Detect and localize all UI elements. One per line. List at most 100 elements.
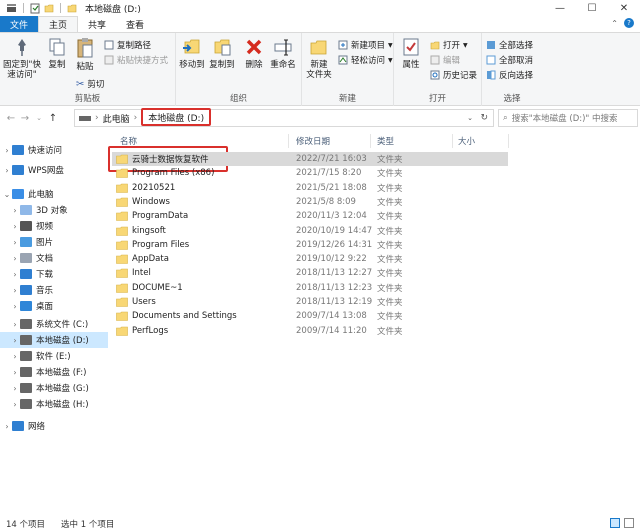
address-box[interactable]: › 此电脑 › 本地磁盘 (D:) ⌄ ↻ bbox=[74, 108, 494, 127]
history-button[interactable]: 历史记录 bbox=[430, 69, 477, 81]
chevron-down-icon[interactable]: ⌄ bbox=[2, 190, 12, 199]
new-folder-button[interactable]: 新建 文件夹 bbox=[304, 37, 334, 80]
chevron-right-icon[interactable]: › bbox=[10, 352, 20, 361]
nav-item[interactable]: › 软件 (E:) bbox=[0, 348, 108, 364]
column-divider[interactable] bbox=[508, 134, 509, 148]
collapse-ribbon-icon[interactable]: ⌃ bbox=[611, 19, 618, 28]
select-all-button[interactable]: 全部选择 bbox=[486, 39, 533, 51]
close-button[interactable]: ✕ bbox=[608, 0, 640, 16]
chevron-right-icon[interactable]: › bbox=[10, 336, 20, 345]
chevron-right-icon[interactable]: › bbox=[10, 270, 20, 279]
new-item-button[interactable]: 新建项目 ▼ bbox=[338, 39, 393, 51]
file-row[interactable]: DOCUME~1 2018/11/13 12:23 文件夹 bbox=[112, 281, 508, 295]
chevron-right-icon[interactable]: › bbox=[10, 254, 20, 263]
breadcrumb-current-drive[interactable]: 本地磁盘 (D:) bbox=[141, 108, 212, 126]
column-header-size[interactable]: 大小 bbox=[458, 134, 475, 148]
file-row[interactable]: Program Files (x86) 2021/7/15 8:20 文件夹 bbox=[112, 166, 508, 180]
address-dropdown-icon[interactable]: ⌄ bbox=[467, 114, 473, 122]
large-icons-view-icon[interactable] bbox=[624, 518, 634, 528]
nav-item[interactable]: › 本地磁盘 (D:) bbox=[0, 332, 108, 348]
details-view-icon[interactable] bbox=[610, 518, 620, 528]
file-row[interactable]: Program Files 2019/12/26 14:31 文件夹 bbox=[112, 238, 508, 252]
quick-access-icon[interactable] bbox=[6, 3, 17, 13]
column-divider[interactable] bbox=[370, 134, 371, 148]
properties-icon[interactable] bbox=[30, 3, 40, 14]
refresh-icon[interactable]: ↻ bbox=[480, 113, 488, 123]
nav-item[interactable]: › 桌面 bbox=[0, 298, 108, 314]
nav-item[interactable]: › 图片 bbox=[0, 234, 108, 250]
cut-button[interactable]: ✂ 剪切 bbox=[76, 78, 104, 91]
tab-share[interactable]: 共享 bbox=[78, 16, 116, 32]
invert-selection-button[interactable]: 反向选择 bbox=[486, 69, 533, 81]
forward-button[interactable]: → bbox=[18, 108, 32, 128]
paste-button[interactable]: 粘贴 bbox=[72, 37, 98, 72]
paste-shortcut-button[interactable]: 粘贴快捷方式 bbox=[104, 54, 168, 66]
nav-item[interactable]: › WPS网盘 bbox=[0, 162, 108, 178]
rename-button[interactable]: 重命名 bbox=[268, 37, 298, 70]
nav-item[interactable]: › 3D 对象 bbox=[0, 202, 108, 218]
tab-view[interactable]: 查看 bbox=[116, 16, 154, 32]
properties-button[interactable]: 属性 bbox=[398, 37, 424, 70]
easy-access-button[interactable]: 轻松访问 ▼ bbox=[338, 54, 393, 66]
chevron-right-icon[interactable]: › bbox=[10, 302, 20, 311]
breadcrumb-this-pc[interactable]: 此电脑 bbox=[103, 112, 130, 125]
pin-quick-access-button[interactable]: 固定到"快 速访问" bbox=[2, 37, 42, 80]
nav-item[interactable]: › 视频 bbox=[0, 218, 108, 234]
tab-home[interactable]: 主页 bbox=[38, 16, 79, 32]
chevron-right-icon[interactable]: › bbox=[10, 286, 20, 295]
search-input[interactable]: ⌕ 搜索"本地磁盘 (D:)" 中搜索 bbox=[498, 109, 638, 127]
file-row[interactable]: 20210521 2021/5/21 18:08 文件夹 bbox=[112, 181, 508, 195]
chevron-right-icon[interactable]: › bbox=[2, 146, 12, 155]
chevron-right-icon[interactable]: › bbox=[10, 238, 20, 247]
column-divider[interactable] bbox=[288, 134, 289, 148]
file-row[interactable]: ProgramData 2020/11/3 12:04 文件夹 bbox=[112, 209, 508, 223]
nav-item[interactable]: › 下载 bbox=[0, 266, 108, 282]
delete-button[interactable]: 删除 bbox=[242, 37, 266, 70]
minimize-button[interactable]: — bbox=[544, 0, 576, 16]
new-folder-quick-icon[interactable] bbox=[44, 3, 54, 13]
back-button[interactable]: ← bbox=[4, 108, 18, 128]
nav-item[interactable]: › 系统文件 (C:) bbox=[0, 316, 108, 332]
nav-item[interactable]: ⌄ 此电脑 bbox=[0, 186, 108, 202]
tab-file[interactable]: 文件 bbox=[0, 16, 39, 32]
file-row[interactable]: 云骑士数据恢复软件 2022/7/21 16:03 文件夹 bbox=[112, 152, 508, 166]
column-header-date[interactable]: 修改日期 bbox=[296, 134, 330, 148]
chevron-right-icon[interactable]: › bbox=[10, 206, 20, 215]
up-button[interactable]: ↑ bbox=[46, 108, 60, 128]
select-none-button[interactable]: 全部取消 bbox=[486, 54, 533, 66]
copy-path-button[interactable]: 复制路径 bbox=[104, 39, 151, 51]
file-row[interactable]: Users 2018/11/13 12:19 文件夹 bbox=[112, 295, 508, 309]
chevron-right-icon[interactable]: › bbox=[10, 384, 20, 393]
column-divider[interactable] bbox=[452, 134, 453, 148]
chevron-right-icon[interactable]: › bbox=[10, 400, 20, 409]
maximize-button[interactable]: ☐ bbox=[576, 0, 608, 16]
nav-item-label: 本地磁盘 (H:) bbox=[36, 400, 89, 410]
recent-locations-button[interactable]: ⌄ bbox=[32, 108, 46, 128]
chevron-right-icon[interactable]: › bbox=[10, 222, 20, 231]
nav-item[interactable]: › 文档 bbox=[0, 250, 108, 266]
file-row[interactable]: PerfLogs 2009/7/14 11:20 文件夹 bbox=[112, 324, 508, 338]
move-to-button[interactable]: 移动到 bbox=[178, 37, 206, 70]
nav-item[interactable]: › 音乐 bbox=[0, 282, 108, 298]
column-header-type[interactable]: 类型 bbox=[377, 134, 394, 148]
help-icon[interactable]: ? bbox=[624, 18, 634, 28]
copy-button[interactable]: 复制 bbox=[44, 37, 70, 70]
nav-item[interactable]: › 本地磁盘 (F:) bbox=[0, 364, 108, 380]
nav-item[interactable]: › 本地磁盘 (H:) bbox=[0, 396, 108, 412]
nav-item[interactable]: › 本地磁盘 (G:) bbox=[0, 380, 108, 396]
file-row[interactable]: Windows 2021/5/8 8:09 文件夹 bbox=[112, 195, 508, 209]
edit-button[interactable]: 编辑 bbox=[430, 54, 460, 66]
file-row[interactable]: AppData 2019/10/12 9:22 文件夹 bbox=[112, 252, 508, 266]
ribbon: 固定到"快 速访问" 复制 粘贴 复制路径 粘贴快捷方式 ✂ 剪切 剪贴板 移动… bbox=[0, 32, 640, 106]
chevron-right-icon[interactable]: › bbox=[10, 320, 20, 329]
chevron-right-icon[interactable]: › bbox=[2, 166, 12, 175]
file-row[interactable]: Intel 2018/11/13 12:27 文件夹 bbox=[112, 266, 508, 280]
copy-to-button[interactable]: 复制到 bbox=[208, 37, 236, 70]
file-row[interactable]: kingsoft 2020/10/19 14:47 文件夹 bbox=[112, 224, 508, 238]
open-button[interactable]: 打开 ▼ bbox=[430, 39, 468, 51]
nav-item[interactable]: › 快速访问 bbox=[0, 142, 108, 158]
file-row[interactable]: Documents and Settings 2009/7/14 13:08 文件夹 bbox=[112, 309, 508, 323]
chevron-right-icon[interactable]: › bbox=[10, 368, 20, 377]
chevron-right-icon[interactable]: › bbox=[2, 422, 12, 431]
nav-item[interactable]: › 网络 bbox=[0, 418, 108, 434]
